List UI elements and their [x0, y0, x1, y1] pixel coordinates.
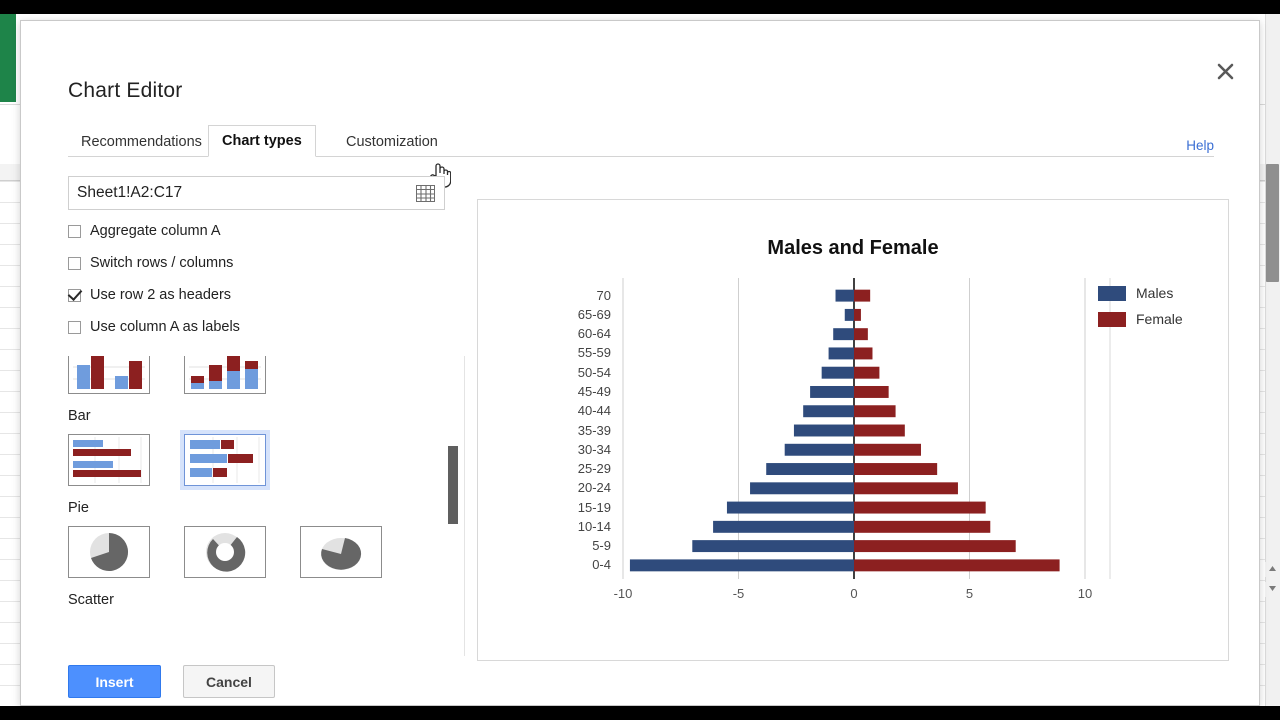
- checkbox-box[interactable]: [68, 288, 81, 302]
- chart-y-tick-label: 40-44: [577, 403, 611, 419]
- insert-button[interactable]: Insert: [68, 665, 161, 698]
- chart-y-tick-label: 10-14: [577, 518, 611, 534]
- tab-recommendations[interactable]: Recommendations: [68, 126, 215, 157]
- chart-type-list[interactable]: Bar Pie Scatter: [68, 356, 468, 656]
- grid-picker-icon[interactable]: [416, 185, 435, 202]
- checkbox-aggregate-column-a[interactable]: Aggregate column A: [68, 220, 468, 242]
- chart-x-tick-label: 10: [1077, 586, 1093, 601]
- left-panel: Aggregate column A Switch rows / columns…: [68, 176, 468, 656]
- chart-y-tick-label: 5-9: [592, 538, 611, 554]
- checkbox-use-row-2-as-headers[interactable]: Use row 2 as headers: [68, 284, 468, 306]
- chart-thumb-pie-3d[interactable]: [300, 526, 382, 578]
- chart-x-tick-label: -10: [613, 586, 633, 601]
- checkbox-label: Use row 2 as headers: [90, 287, 232, 303]
- sheets-logo: [0, 14, 16, 102]
- chart-legend-item: Males: [1098, 285, 1183, 301]
- checkbox-switch-rows-columns[interactable]: Switch rows / columns: [68, 252, 468, 274]
- chart-y-tick-label: 0-4: [592, 557, 611, 573]
- chart-thumb-column-stacked[interactable]: [184, 356, 266, 394]
- chart-y-tick-label: 25-29: [577, 461, 611, 477]
- chart-y-tick-label: 70: [596, 287, 611, 303]
- chart-y-tick-label: 60-64: [577, 326, 611, 342]
- chart-y-tick-label: 30-34: [577, 441, 611, 457]
- browser-scrollbar[interactable]: [1265, 14, 1280, 706]
- chart-editor-dialog: Chart Editor Recommendations Chart types…: [20, 20, 1260, 706]
- chart-x-tick-label: 5: [965, 586, 974, 601]
- checkbox-use-column-a-as-labels[interactable]: Use column A as labels: [68, 316, 468, 338]
- scroll-up-arrow-icon[interactable]: [1265, 562, 1280, 577]
- chart-thumb-pie[interactable]: [68, 526, 150, 578]
- dialog-actions: Insert Cancel: [68, 665, 275, 698]
- checkbox-box[interactable]: [68, 256, 81, 270]
- tab-bar: Recommendations Chart types Customizatio…: [68, 125, 1214, 157]
- help-link[interactable]: Help: [1186, 138, 1214, 153]
- scroll-down-arrow-icon[interactable]: [1265, 582, 1280, 597]
- checkbox-label: Switch rows / columns: [90, 255, 234, 271]
- data-range-field[interactable]: [68, 176, 445, 210]
- tab-customization[interactable]: Customization: [333, 126, 451, 157]
- chart-type-scrollbar-track[interactable]: [464, 356, 465, 656]
- chart-preview[interactable]: Males and Female 70 65-69 60-64 55-59 50-54 4…: [477, 199, 1229, 661]
- browser-scrollbar-thumb[interactable]: [1266, 164, 1279, 282]
- chart-legend-label: Female: [1136, 311, 1183, 327]
- checkbox-label: Aggregate column A: [90, 223, 221, 239]
- chart-y-tick-label: 45-49: [577, 383, 611, 399]
- chart-y-tick-label: 50-54: [577, 364, 611, 380]
- chart-x-tick-label: -5: [732, 586, 745, 601]
- chart-group-label-scatter: Scatter: [68, 592, 114, 608]
- data-range-input[interactable]: [77, 184, 407, 202]
- chart-thumb-bar-grouped[interactable]: [68, 434, 150, 486]
- close-icon[interactable]: [1213, 59, 1237, 83]
- screen: Chart Editor Recommendations Chart types…: [0, 0, 1280, 720]
- chart-y-tick-label: 55-59: [577, 345, 611, 361]
- chart-group-label-pie: Pie: [68, 500, 89, 516]
- chart-group-label-bar: Bar: [68, 408, 91, 424]
- checkbox-box[interactable]: [68, 320, 81, 334]
- chart-legend-label: Males: [1136, 285, 1174, 301]
- chart-legend-item: Female: [1098, 311, 1183, 327]
- page-title: Chart Editor: [68, 79, 183, 102]
- chart-legend-swatch: [1098, 285, 1126, 301]
- chart-legend: Males Female: [1098, 285, 1183, 337]
- chart-y-tick-label: 65-69: [577, 306, 611, 322]
- chart-y-tick-label: 20-24: [577, 480, 611, 496]
- chart-thumb-bar-stacked[interactable]: [180, 430, 270, 490]
- chart-legend-swatch: [1098, 311, 1126, 327]
- letterbox-top: [0, 0, 1280, 14]
- chart-x-tick-label: 0: [850, 586, 858, 601]
- chart-type-scrollbar-thumb[interactable]: [448, 446, 458, 524]
- checkbox-label: Use column A as labels: [90, 319, 240, 335]
- chart-y-tick-label: 15-19: [577, 499, 611, 515]
- chart-thumb-column-grouped[interactable]: [68, 356, 150, 394]
- checkbox-box[interactable]: [68, 224, 81, 238]
- chart-y-tick-label: 35-39: [577, 422, 611, 438]
- chart-thumb-doughnut[interactable]: [184, 526, 266, 578]
- cancel-button[interactable]: Cancel: [183, 665, 275, 698]
- letterbox-bottom: [0, 706, 1280, 720]
- tab-chart-types[interactable]: Chart types: [208, 125, 316, 157]
